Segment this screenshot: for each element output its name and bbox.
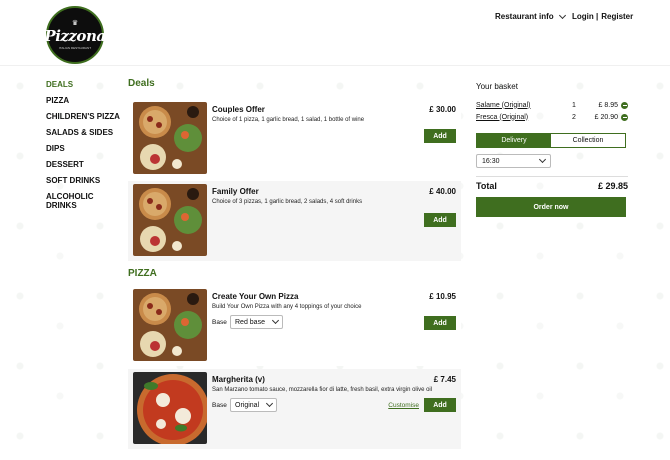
order-now-button[interactable]: Order now <box>476 197 626 217</box>
food-image <box>133 184 207 256</box>
basket-item-price: £ 20.90 <box>594 113 618 121</box>
register-link[interactable]: Register <box>601 12 633 21</box>
item-description: Choice of 3 pizzas, 1 garlic bread, 2 sa… <box>212 199 363 205</box>
basket-item-price: £ 8.95 <box>598 101 618 109</box>
logo[interactable]: ♛ Pizzona ITALIAN RESTAURANT <box>44 6 106 64</box>
chevron-down-icon <box>271 316 280 325</box>
sidebar-item-pizza[interactable]: PIZZA <box>46 96 126 105</box>
add-button[interactable]: Add <box>424 213 456 227</box>
item-description: Choice of 1 pizza, 1 garlic bread, 1 sal… <box>212 117 365 123</box>
sidebar-item-childrens-pizza[interactable]: CHILDREN'S PIZZA <box>46 112 126 121</box>
chef-hat-icon: ♛ <box>71 20 79 27</box>
basket-line: Salame (Original) 1 £ 8.95 <box>476 99 628 111</box>
basket-panel: Your basket Salame (Original) 1 £ 8.95 F… <box>476 82 628 217</box>
item-price: £ 7.45 <box>433 375 456 384</box>
item-price: £ 40.00 <box>429 187 456 196</box>
section-title-pizza: PIZZA <box>128 268 157 279</box>
basket-item-qty: 1 <box>572 101 576 109</box>
item-name: Margherita (v) <box>212 375 265 384</box>
food-image <box>133 102 207 174</box>
sidebar-item-dessert[interactable]: DESSERT <box>46 160 126 169</box>
total-value: £ 29.85 <box>597 181 628 191</box>
sidebar-item-alcoholic-drinks[interactable]: ALCOHOLIC DRINKS <box>46 192 126 210</box>
chevron-down-icon <box>558 11 566 19</box>
sidebar-item-deals[interactable]: DEALS <box>46 80 126 89</box>
base-label: Base <box>212 319 227 326</box>
basket-total: Total £ 29.85 <box>476 176 628 191</box>
restaurant-info-dropdown[interactable]: Restaurant info <box>495 11 566 21</box>
food-image <box>133 289 207 361</box>
basket-title: Your basket <box>476 82 518 91</box>
base-select-value: Red base <box>235 318 265 326</box>
section-title-deals: Deals <box>128 78 155 89</box>
basket-item-qty: 2 <box>572 113 576 121</box>
item-description: San Marzano tomato sauce, mozzarella fio… <box>212 387 433 393</box>
fulfilment-toggle: Delivery Collection <box>476 133 626 148</box>
food-image <box>133 372 207 444</box>
add-button[interactable]: Add <box>424 129 456 143</box>
base-select[interactable]: Red base <box>230 315 283 329</box>
menu-item-card: Margherita (v) £ 7.45 San Marzano tomato… <box>128 369 461 449</box>
logo-subtext: ITALIAN RESTAURANT <box>58 46 92 50</box>
total-label: Total <box>476 181 497 191</box>
item-description: Build Your Own Pizza with any 4 toppings… <box>212 304 362 310</box>
category-sidebar: DEALS PIZZA CHILDREN'S PIZZA SALADS & SI… <box>46 80 126 217</box>
basket-item-name[interactable]: Fresca (Original) <box>476 114 572 121</box>
time-select[interactable]: 16:30 <box>476 154 551 168</box>
item-price: £ 10.95 <box>429 292 456 301</box>
add-button[interactable]: Add <box>424 316 456 330</box>
menu-item-card: Family Offer £ 40.00 Choice of 3 pizzas,… <box>128 181 461 261</box>
logo-text: Pizzona <box>44 27 106 45</box>
base-select[interactable]: Original <box>230 398 278 412</box>
item-price: £ 30.00 <box>429 105 456 114</box>
collection-tab[interactable]: Collection <box>551 134 625 147</box>
auth-links: Login | Register <box>572 12 633 21</box>
basket-item-name[interactable]: Salame (Original) <box>476 102 572 109</box>
base-select-value: Original <box>235 401 260 409</box>
sidebar-item-soft-drinks[interactable]: SOFT DRINKS <box>46 176 126 185</box>
chevron-down-icon <box>266 399 274 408</box>
remove-icon[interactable] <box>621 113 628 121</box>
menu-item-card: Couples Offer £ 30.00 Choice of 1 pizza,… <box>128 99 461 179</box>
top-bar: ♛ Pizzona ITALIAN RESTAURANT Restaurant … <box>0 0 670 66</box>
restaurant-info-label: Restaurant info <box>495 12 554 21</box>
delivery-tab[interactable]: Delivery <box>477 134 551 147</box>
menu-item-card: Create Your Own Pizza £ 10.95 Build Your… <box>128 286 461 366</box>
remove-icon[interactable] <box>621 101 628 109</box>
sidebar-item-dips[interactable]: DIPS <box>46 144 126 153</box>
add-button[interactable]: Add <box>424 398 456 412</box>
customise-link[interactable]: Customise <box>388 402 419 409</box>
item-name: Family Offer <box>212 187 259 196</box>
basket-line: Fresca (Original) 2 £ 20.90 <box>476 111 628 123</box>
login-link[interactable]: Login | <box>572 12 598 21</box>
time-select-value: 16:30 <box>482 157 500 165</box>
item-name: Create Your Own Pizza <box>212 292 299 301</box>
sidebar-item-salads-sides[interactable]: SALADS & SIDES <box>46 128 126 137</box>
base-label: Base <box>212 402 227 409</box>
chevron-down-icon <box>538 155 547 164</box>
item-name: Couples Offer <box>212 105 265 114</box>
